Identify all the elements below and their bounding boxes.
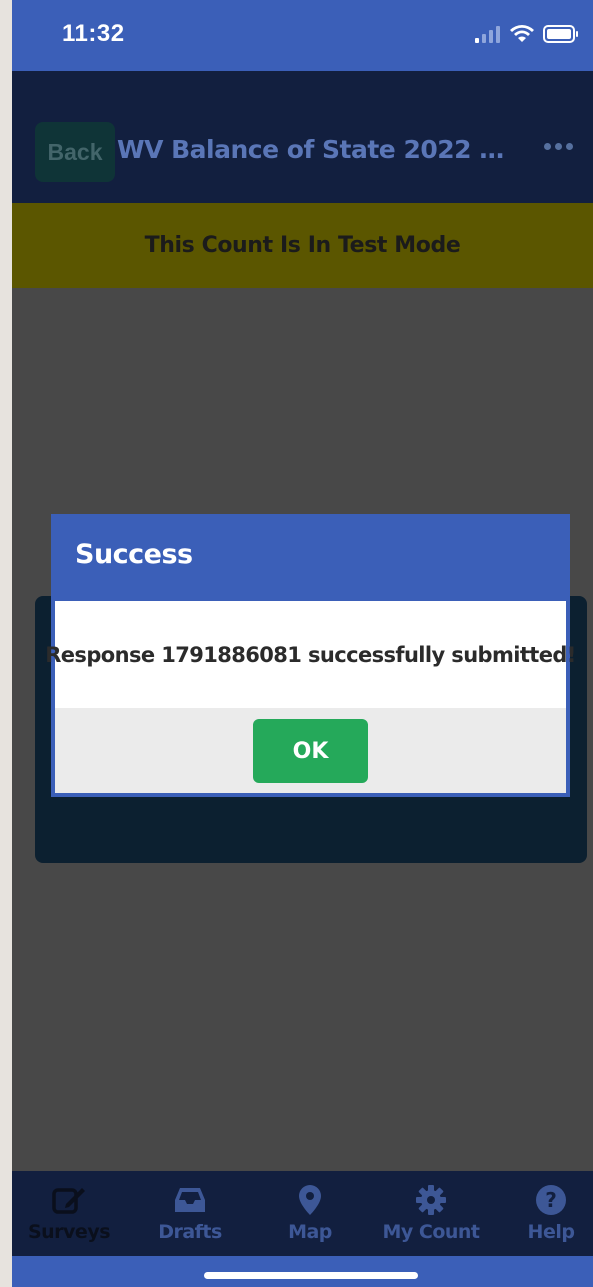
tab-label-help: Help <box>527 1221 575 1243</box>
dialog-message: Response 1791886081 successfully submitt… <box>45 642 576 667</box>
home-indicator-area <box>12 1256 593 1287</box>
dialog-footer: OK <box>55 708 566 793</box>
phone-screen: 11:32 Back WV Balance of State 2022 Po T… <box>12 0 593 1287</box>
tab-drafts[interactable]: Drafts <box>135 1183 245 1243</box>
test-mode-banner: This Count Is In Test Mode <box>12 203 593 288</box>
tab-my-count[interactable]: My Count <box>376 1183 486 1243</box>
tab-map[interactable]: Map <box>255 1183 365 1243</box>
background-strip <box>0 0 12 1287</box>
status-icons <box>475 24 579 49</box>
tab-label-map: Map <box>288 1221 332 1243</box>
tab-help[interactable]: ? Help <box>496 1183 593 1243</box>
success-dialog: Success Response 1791886081 successfully… <box>45 515 576 796</box>
status-bar: 11:32 <box>12 0 593 71</box>
inbox-icon <box>173 1183 207 1217</box>
tab-surveys[interactable]: Surveys <box>14 1183 124 1243</box>
wifi-icon <box>509 24 535 49</box>
app-header: Back WV Balance of State 2022 Point i... <box>12 71 593 203</box>
ok-button[interactable]: OK <box>253 719 368 783</box>
cellular-signal-icon <box>475 25 501 48</box>
ellipsis-icon[interactable] <box>544 143 573 150</box>
map-pin-icon <box>293 1183 327 1217</box>
dialog-title: Success <box>75 539 193 570</box>
edit-icon <box>52 1183 86 1217</box>
dialog-body: Response 1791886081 successfully submitt… <box>45 601 576 708</box>
status-time: 11:32 <box>62 20 125 47</box>
battery-icon <box>543 24 579 49</box>
bottom-tab-bar: Surveys Drafts Map My Count ? Help <box>12 1171 593 1256</box>
tab-label-my-count: My Count <box>382 1221 480 1243</box>
tab-label-drafts: Drafts <box>158 1221 222 1243</box>
back-button[interactable]: Back <box>35 122 115 182</box>
tab-label-surveys: Surveys <box>27 1221 111 1243</box>
page-title: WV Balance of State 2022 Point i... <box>117 135 517 164</box>
gear-icon <box>414 1183 448 1217</box>
dialog-header: Success <box>52 515 569 600</box>
test-mode-text: This Count Is In Test Mode <box>144 233 461 258</box>
question-icon: ? <box>534 1183 568 1217</box>
home-indicator[interactable] <box>204 1272 418 1279</box>
svg-text:?: ? <box>545 1188 557 1212</box>
